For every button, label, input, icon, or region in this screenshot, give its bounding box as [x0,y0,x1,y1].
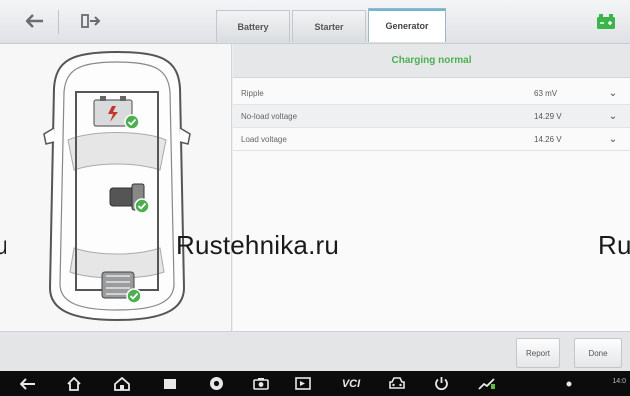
watermark-text: Rustehnika.ru [176,230,340,260]
module-tabs: Battery Starter Generator [216,6,448,44]
report-button[interactable]: Report [516,338,560,368]
exit-icon[interactable] [78,8,104,34]
param-name: Load voltage [241,134,287,144]
vehicle-diagram-panel [0,44,232,331]
vci-label: VCI [341,377,361,390]
back-arrow-icon[interactable] [22,8,48,34]
param-name: No-load voltage [241,111,298,121]
recent-apps-icon[interactable] [160,375,180,392]
done-button[interactable]: Done [574,338,622,368]
vci-icon[interactable]: VCI [334,375,368,392]
action-bar: Report Done [0,331,630,371]
param-row-ripple[interactable]: Ripple 63 mV ⌄ [233,82,630,105]
screen-record-icon[interactable] [292,375,314,392]
param-name: Ripple [241,88,264,98]
system-nav-bar: VCI 14:0 [0,371,630,396]
generator-component-icon [101,271,142,304]
tab-starter[interactable]: Starter [292,10,366,42]
top-toolbar: Battery Starter Generator [0,0,630,44]
tab-generator[interactable]: Generator [368,8,446,42]
watermark-text: Ru [598,230,630,260]
notification-dot-icon [565,375,573,392]
tab-battery[interactable]: Battery [216,10,290,42]
chevron-down-icon[interactable]: ⌄ [606,88,620,99]
param-row-no-load-voltage[interactable]: No-load voltage 14.29 V ⌄ [233,105,630,128]
network-icon[interactable] [476,375,498,392]
back-icon[interactable] [18,375,38,392]
charging-status: Charging normal [233,44,630,78]
generator-results-panel: Charging normal Ripple 63 mV ⌄ No-load v… [233,44,630,331]
chevron-down-icon[interactable]: ⌄ [606,111,620,122]
home-icon[interactable] [64,375,84,392]
vehicle-battery-icon[interactable] [596,12,616,30]
car-icon[interactable] [386,375,408,392]
battery-component-icon [93,96,140,130]
chevron-down-icon[interactable]: ⌄ [606,134,620,145]
param-row-load-voltage[interactable]: Load voltage 14.26 V ⌄ [233,128,630,151]
house-icon[interactable] [112,375,132,392]
starter-component-icon [109,183,150,214]
param-value: 14.29 V [534,111,562,121]
camera-icon[interactable] [250,375,272,392]
param-value: 14.26 V [534,134,562,144]
watermark-text: u [0,230,6,261]
toolbar-divider [58,10,59,34]
param-value: 63 mV [534,88,558,98]
status-time: 14:0 [612,378,626,385]
chrome-icon[interactable] [206,375,226,392]
power-icon[interactable] [430,375,452,392]
